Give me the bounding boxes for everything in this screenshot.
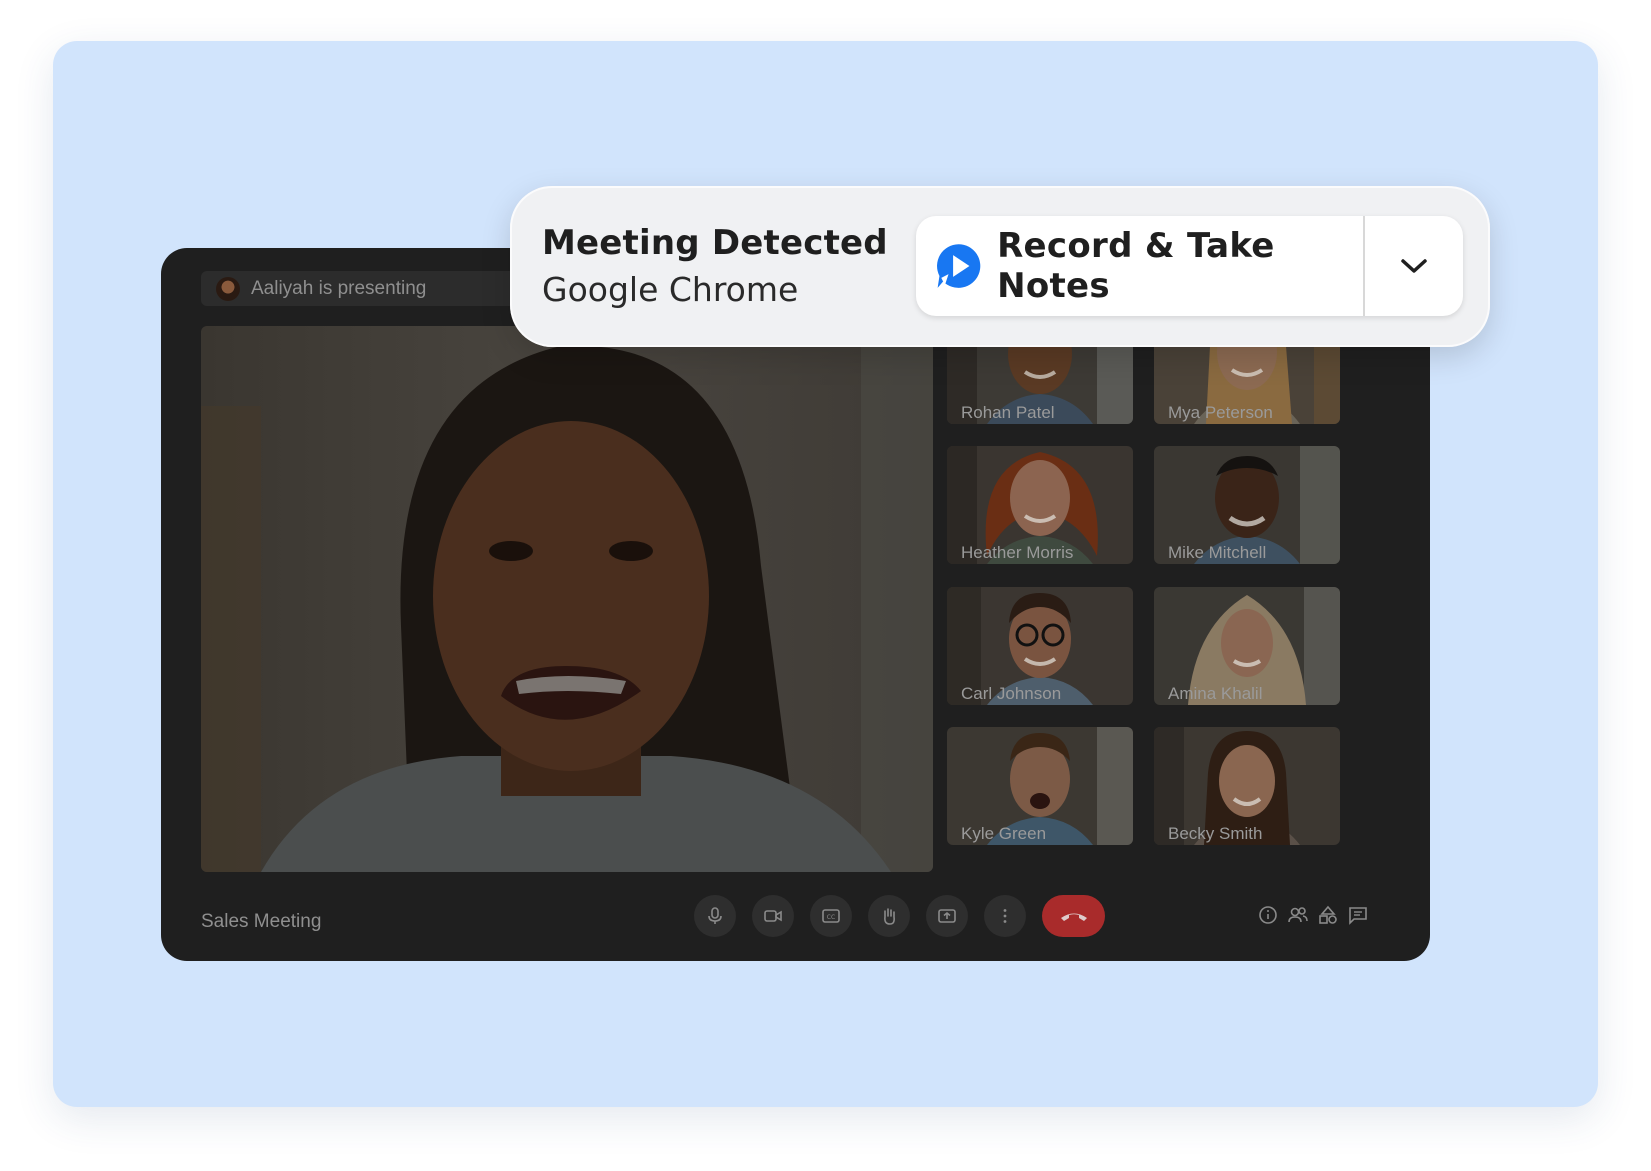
meeting-detected-notification: Meeting Detected Google Chrome Record & …	[510, 186, 1490, 347]
presenting-indicator: Aaliyah is presenting	[201, 271, 541, 306]
camera-button[interactable]	[752, 895, 794, 937]
captions-icon: CC	[822, 909, 840, 923]
participant-name: Mike Mitchell	[1168, 543, 1267, 562]
camera-icon	[764, 910, 782, 922]
record-button-label: Record & Take Notes	[997, 226, 1275, 306]
participant-name: Rohan Patel	[961, 403, 1055, 422]
main-speaker-video[interactable]	[201, 326, 933, 872]
svg-text:CC: CC	[827, 914, 835, 921]
video-call-window: Aaliyah is presenting Rohan Patel Mya Pe…	[161, 248, 1430, 961]
present-screen-icon	[938, 909, 956, 923]
participant-tile[interactable]: Carl Johnson	[947, 587, 1133, 705]
participant-tile[interactable]: Amina Khalil	[1154, 587, 1340, 705]
record-options-dropdown[interactable]	[1365, 216, 1463, 316]
presenting-text: Aaliyah is presenting	[251, 277, 427, 299]
participant-name: Heather Morris	[961, 543, 1074, 562]
speaker-image	[201, 326, 933, 872]
participant-tile[interactable]: Becky Smith	[1154, 727, 1340, 845]
notification-title: Meeting Detected	[542, 223, 888, 263]
notification-subtitle: Google Chrome	[542, 270, 799, 309]
record-action-group: Record & Take Notes	[916, 216, 1463, 316]
activities-button[interactable]	[1317, 904, 1339, 926]
participant-name: Mya Peterson	[1168, 403, 1273, 422]
activities-icon	[1319, 905, 1337, 924]
record-take-notes-button[interactable]: Record & Take Notes	[916, 216, 1365, 316]
participant-tile[interactable]: Mike Mitchell	[1154, 446, 1340, 564]
present-screen-button[interactable]	[926, 895, 968, 937]
end-call-icon	[1060, 913, 1087, 921]
info-icon	[1259, 906, 1277, 924]
participant-name: Carl Johnson	[961, 684, 1062, 703]
more-options-icon	[1003, 909, 1007, 923]
app-logo-icon	[937, 244, 981, 288]
participant-tile[interactable]: Kyle Green	[947, 727, 1133, 845]
participant-tile[interactable]: Heather Morris	[947, 446, 1133, 564]
meeting-title: Sales Meeting	[201, 911, 322, 932]
participant-name: Becky Smith	[1168, 824, 1263, 843]
info-button[interactable]	[1257, 904, 1279, 926]
end-call-button[interactable]	[1042, 895, 1105, 937]
chat-icon	[1349, 907, 1367, 925]
presenter-avatar	[216, 276, 240, 301]
people-icon	[1288, 907, 1308, 923]
more-options-button[interactable]	[984, 895, 1026, 937]
side-panel-icons	[1257, 904, 1377, 926]
chevron-down-icon	[1401, 259, 1427, 273]
participant-name: Kyle Green	[961, 824, 1047, 843]
raise-hand-button[interactable]	[868, 895, 910, 937]
call-controls: CC	[694, 895, 1105, 937]
captions-button[interactable]: CC	[810, 895, 852, 937]
chat-button[interactable]	[1347, 904, 1369, 926]
people-button[interactable]	[1287, 904, 1309, 926]
microphone-button[interactable]	[694, 895, 736, 937]
microphone-icon	[708, 907, 722, 924]
participant-name: Amina Khalil	[1168, 684, 1263, 703]
raise-hand-icon	[884, 908, 895, 925]
